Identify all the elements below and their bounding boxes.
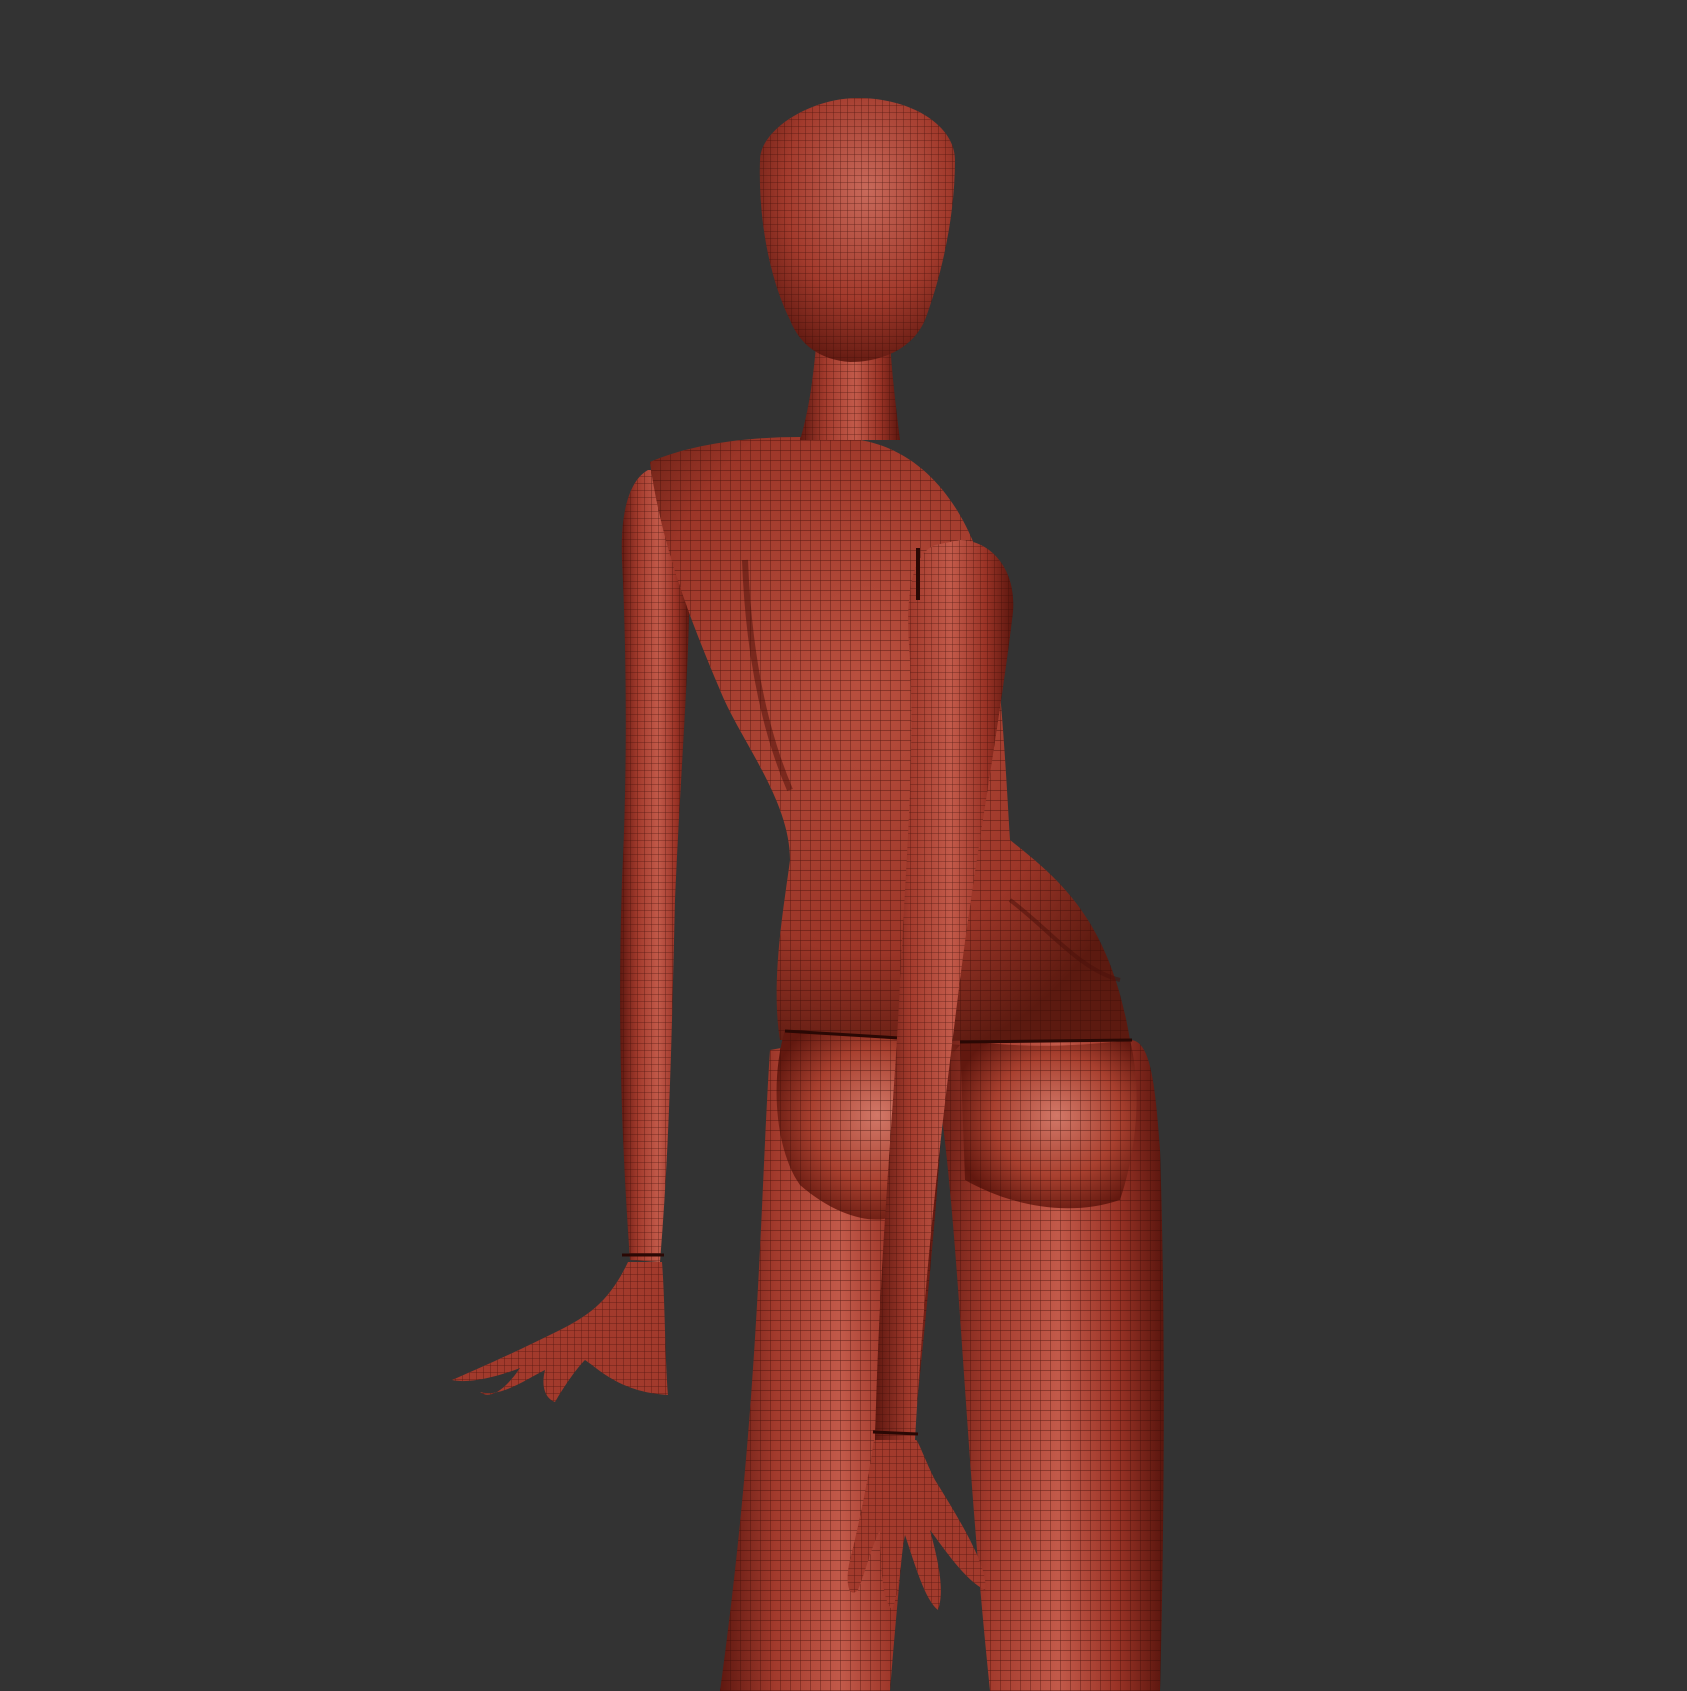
head [759, 98, 955, 362]
3d-viewport[interactable] [0, 0, 1687, 1691]
mannequin-render [452, 98, 1164, 1691]
left-arm [620, 470, 690, 1262]
torso-back [650, 436, 1130, 1040]
left-hand [452, 1262, 668, 1402]
